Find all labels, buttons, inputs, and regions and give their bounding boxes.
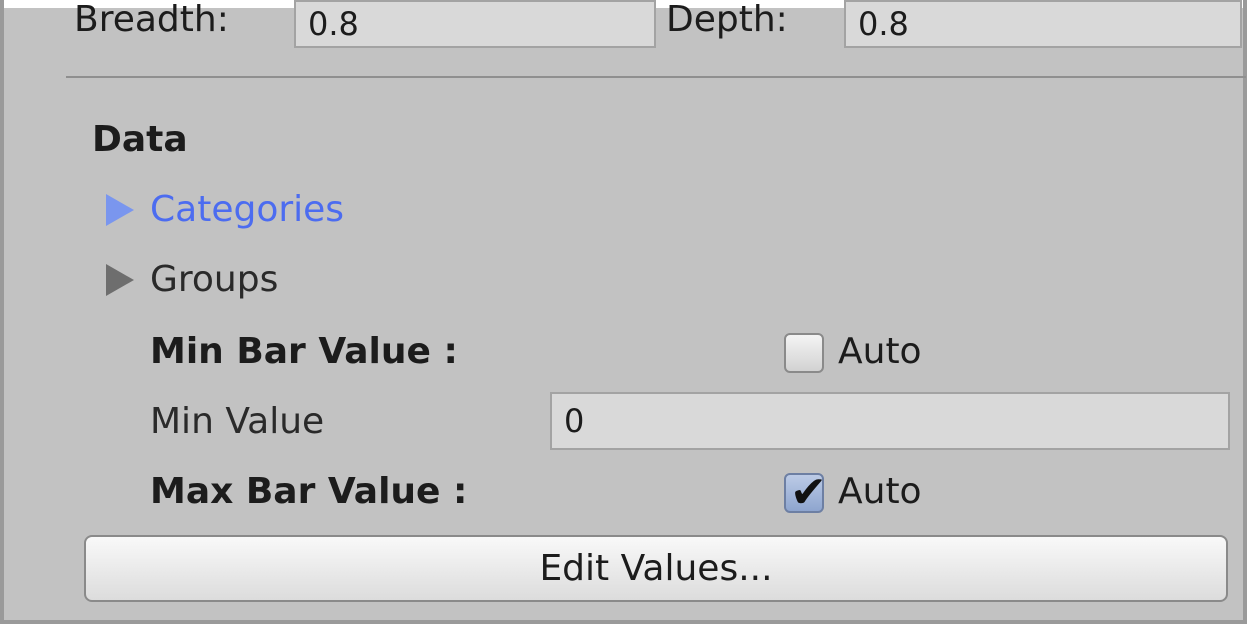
- min-value-field[interactable]: 0: [550, 392, 1230, 450]
- breadth-field[interactable]: 0.8: [294, 0, 656, 48]
- max-auto-checkbox[interactable]: ✔: [784, 467, 827, 518]
- checkmark-icon: ✔: [790, 467, 827, 518]
- triangle-right-icon: [106, 264, 134, 296]
- max-bar-value-label: Max Bar Value :: [150, 471, 468, 512]
- breadth-label: Breadth:: [74, 0, 229, 40]
- section-divider: [66, 76, 1246, 78]
- breadth-value: 0.8: [308, 5, 359, 43]
- edit-values-label: Edit Values...: [539, 548, 773, 589]
- depth-value: 0.8: [858, 5, 909, 43]
- max-auto-label: Auto: [838, 471, 922, 512]
- triangle-right-icon: [106, 194, 134, 226]
- depth-field[interactable]: 0.8: [844, 0, 1242, 48]
- data-heading: Data: [92, 119, 188, 160]
- edit-values-button[interactable]: Edit Values...: [84, 535, 1228, 602]
- min-value-label: Min Value: [150, 401, 325, 442]
- inspector-panel: Breadth: 0.8 Depth: 0.8 Data Categories …: [0, 0, 1247, 624]
- min-bar-value-label: Min Bar Value :: [150, 331, 458, 372]
- min-auto-checkbox[interactable]: [784, 333, 824, 373]
- min-value-text: 0: [564, 402, 585, 440]
- min-auto-label: Auto: [838, 331, 922, 372]
- groups-label: Groups: [150, 259, 279, 300]
- depth-label: Depth:: [666, 0, 788, 40]
- categories-label: Categories: [150, 189, 345, 230]
